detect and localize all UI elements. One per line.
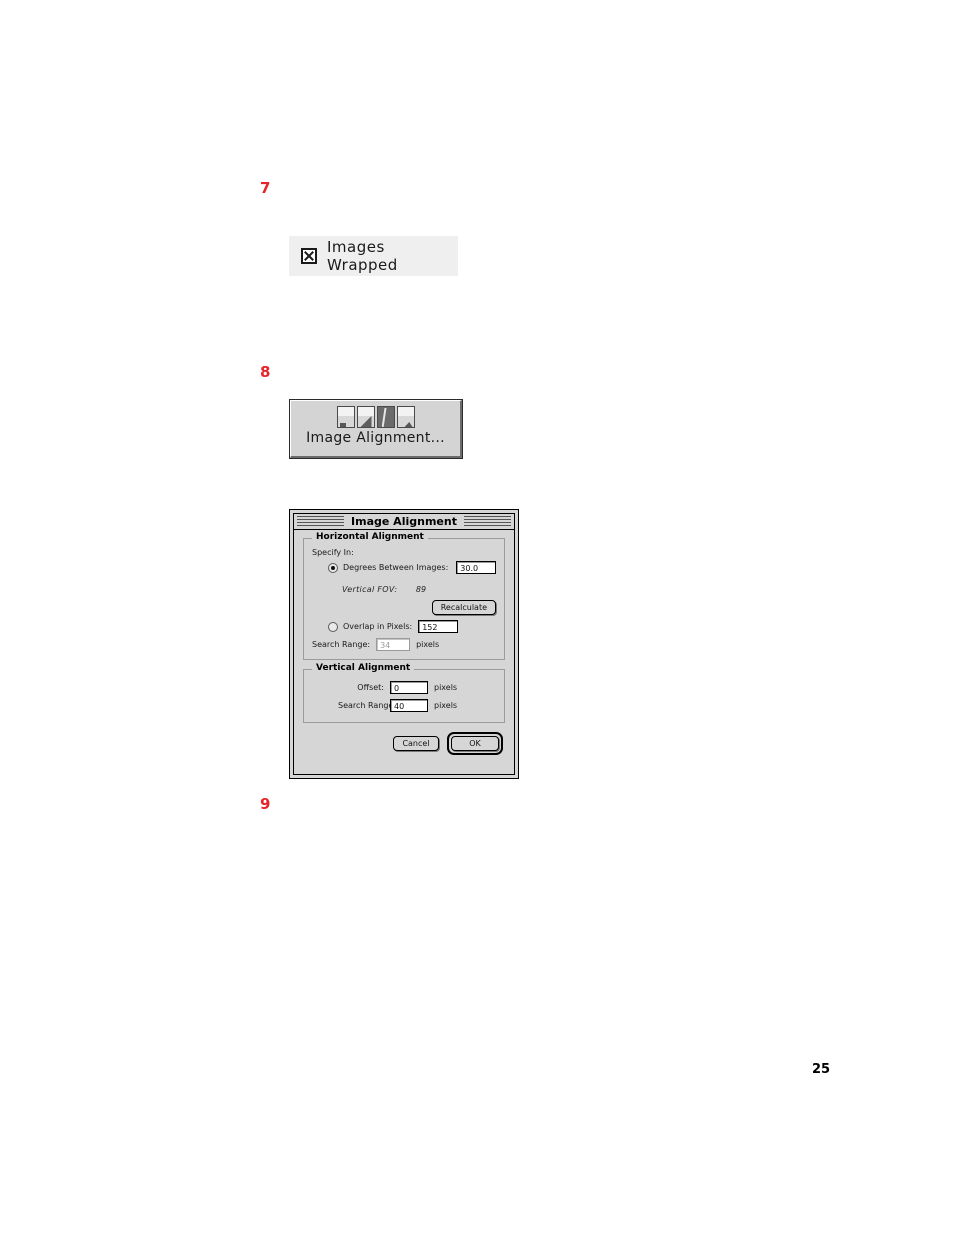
ok-button[interactable]: OK	[451, 736, 499, 751]
panorama-thumb-3-icon	[376, 406, 395, 428]
horizontal-search-range-input[interactable]: 34	[376, 638, 411, 651]
recalculate-button[interactable]: Recalculate	[431, 600, 496, 615]
ok-button-default-ring: OK	[447, 732, 503, 755]
dialog-inner-frame: Image Alignment Horizontal Alignment Spe…	[293, 513, 515, 775]
horizontal-alignment-legend: Horizontal Alignment	[312, 532, 428, 542]
vertical-fov-row: Vertical FOV: 89	[342, 579, 496, 597]
overlap-in-pixels-row: Overlap in Pixels: 152	[328, 620, 496, 633]
horizontal-search-range-label: Search Range:	[312, 640, 371, 649]
image-alignment-button-label: Image Alignment...	[306, 430, 445, 446]
images-wrapped-figure: Images Wrapped	[289, 236, 458, 276]
vertical-search-range-units: pixels	[434, 701, 458, 710]
vertical-alignment-legend: Vertical Alignment	[312, 663, 415, 673]
step-number-7: 7	[260, 179, 271, 197]
horizontal-search-range-row: Search Range: 34 pixels	[312, 638, 496, 651]
vertical-offset-row: Offset: 0 pixels	[338, 681, 496, 694]
vertical-search-range-input[interactable]: 40	[390, 699, 428, 712]
panorama-thumb-4-icon	[396, 406, 415, 428]
dialog-body: Horizontal Alignment Specify In: Degrees…	[294, 530, 514, 774]
vertical-offset-label: Offset:	[357, 683, 384, 692]
panorama-thumb-1-icon	[336, 406, 355, 428]
degrees-between-images-label: Degrees Between Images:	[343, 563, 449, 572]
degrees-between-images-input[interactable]: 30.0	[456, 561, 496, 574]
degrees-between-images-row: Degrees Between Images: 30.0	[328, 561, 496, 574]
overlap-in-pixels-input[interactable]: 152	[418, 620, 459, 633]
images-wrapped-label: Images Wrapped	[327, 238, 398, 274]
vertical-offset-input[interactable]: 0	[390, 681, 428, 694]
specify-in-label: Specify In:	[312, 548, 354, 557]
step-number-9: 9	[260, 795, 271, 813]
step-number-8: 8	[260, 363, 271, 381]
panorama-thumbnail-strip	[291, 401, 460, 428]
image-alignment-button[interactable]: Image Alignment...	[289, 399, 463, 459]
dialog-title: Image Alignment	[344, 514, 464, 529]
vertical-fov-value: 89	[415, 585, 427, 594]
cancel-button[interactable]: Cancel	[393, 736, 439, 751]
page-number: 25	[812, 1062, 831, 1077]
vertical-alignment-group: Vertical Alignment Offset: 0 pixels Sear…	[303, 663, 505, 723]
vertical-search-range-row: Search Range: 40 pixels	[338, 699, 496, 712]
dialog-button-row: Cancel OK	[303, 732, 505, 755]
recalculate-row: Recalculate	[312, 600, 496, 615]
vertical-search-range-label: Search Range:	[338, 701, 397, 710]
panorama-thumb-2-icon	[356, 406, 375, 428]
vertical-offset-units: pixels	[434, 683, 458, 692]
horizontal-search-range-units: pixels	[416, 640, 440, 649]
image-alignment-dialog: Image Alignment Horizontal Alignment Spe…	[289, 509, 519, 779]
overlap-in-pixels-radio[interactable]	[328, 621, 338, 632]
degrees-between-images-radio[interactable]	[328, 562, 338, 573]
overlap-in-pixels-label: Overlap in Pixels:	[343, 622, 413, 631]
vertical-fov-label: Vertical FOV:	[342, 585, 398, 594]
checkbox-checked-icon[interactable]	[301, 248, 317, 264]
dialog-titlebar[interactable]: Image Alignment	[294, 514, 514, 530]
horizontal-alignment-group: Horizontal Alignment Specify In: Degrees…	[303, 532, 505, 660]
